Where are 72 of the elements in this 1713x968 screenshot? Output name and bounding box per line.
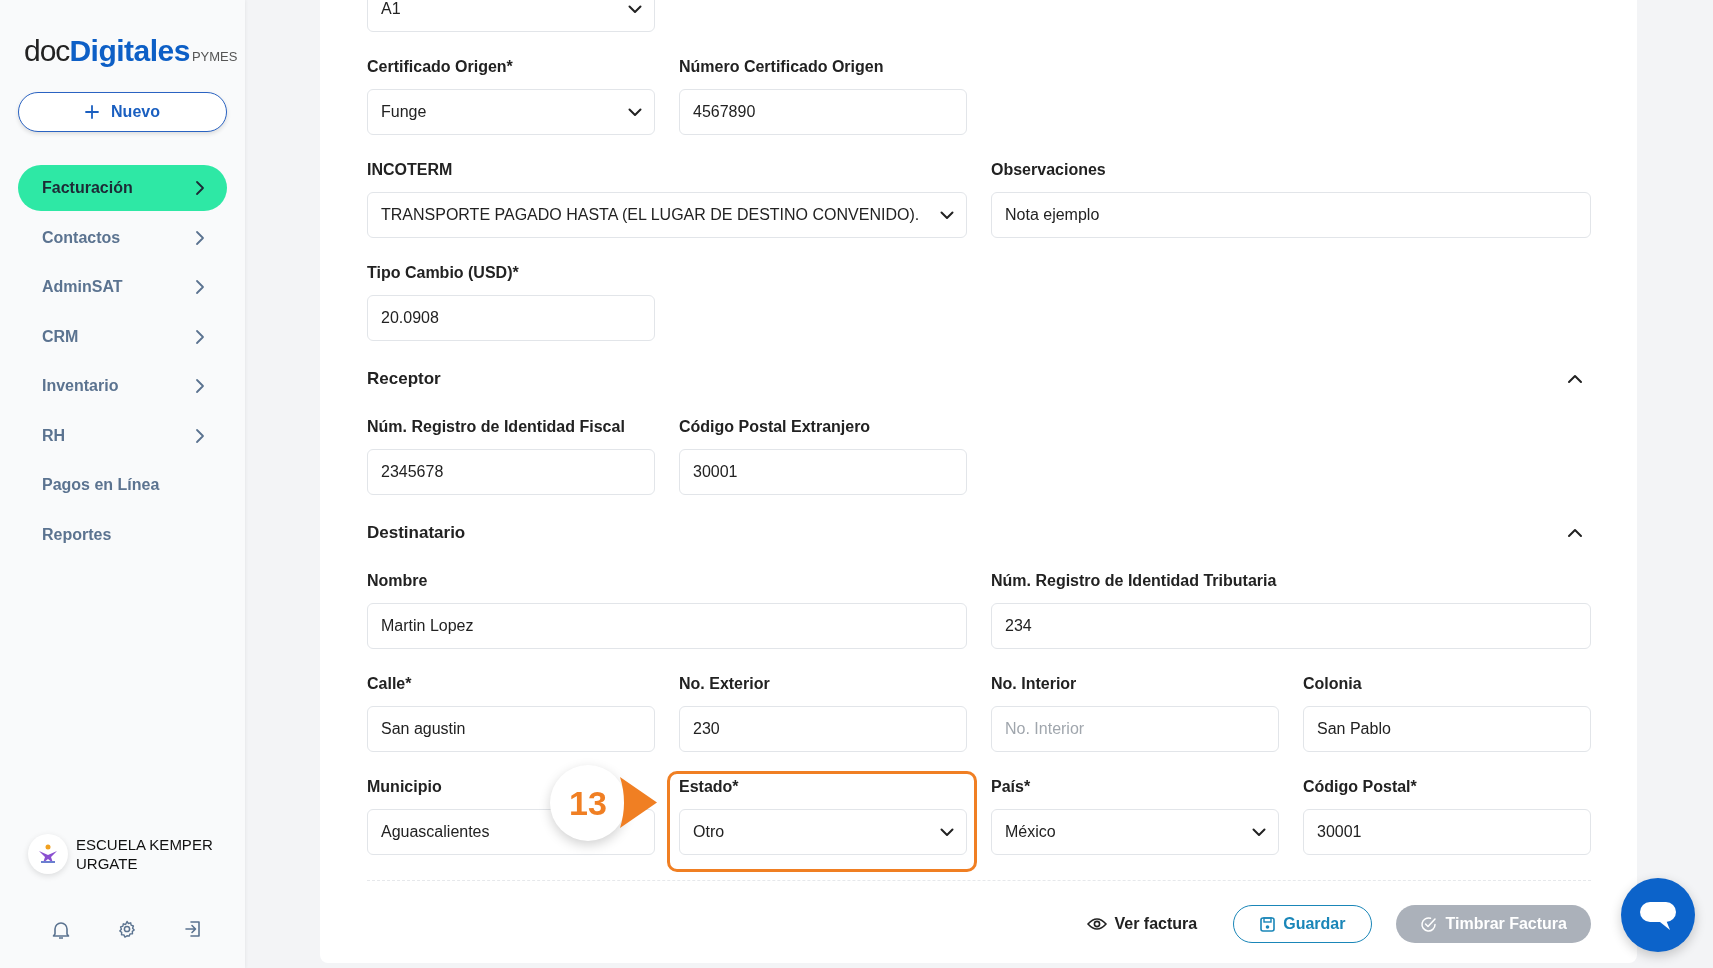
collapse-toggle-icon[interactable] (1567, 374, 1583, 384)
chevron-right-icon (195, 180, 205, 196)
save-icon (1260, 916, 1276, 932)
text-field[interactable]: 30001 (1303, 809, 1591, 855)
nav-item[interactable]: Inventario (18, 363, 227, 409)
chevron-right-icon (195, 378, 205, 394)
text-field[interactable]: 230 (679, 706, 967, 752)
pointer-arrow-icon (620, 777, 657, 828)
new-button[interactable]: Nuevo (18, 92, 227, 132)
select-field[interactable]: Funge (367, 89, 655, 135)
text-field[interactable]: 4567890 (679, 89, 967, 135)
field-label: Estado* (679, 777, 740, 797)
text-field[interactable]: Martin Lopez (367, 603, 967, 649)
collapse-toggle-icon[interactable] (1567, 528, 1583, 538)
text-field[interactable]: No. Interior (991, 706, 1279, 752)
nav-item[interactable]: CRM (18, 313, 227, 360)
organization-name: ESCUELA KEMPER URGATE (76, 835, 213, 873)
section-title: Receptor (367, 369, 441, 389)
field-label: País* (991, 777, 1032, 797)
field-label: Núm. Registro de Identidad Fiscal (367, 417, 626, 437)
field-label: Número Certificado Origen (679, 57, 885, 77)
field-label: Calle* (367, 674, 413, 694)
chevron-down-icon (940, 827, 954, 837)
field-label: Observaciones (991, 160, 1107, 180)
section-title: Destinatario (367, 523, 466, 543)
text-field[interactable]: San agustin (367, 706, 655, 752)
field-label: Nombre (367, 571, 429, 591)
text-field[interactable]: San Pablo (1303, 706, 1591, 752)
field-label: Código Postal* (1303, 777, 1418, 797)
field-label: Código Postal Extranjero (679, 417, 872, 437)
nav-item[interactable]: Contactos (18, 214, 227, 261)
chevron-down-icon (1252, 827, 1266, 837)
plus-icon (85, 105, 100, 119)
text-field[interactable]: 2345678 (367, 449, 655, 495)
field-label: No. Exterior (679, 674, 771, 694)
nav-item[interactable]: Reportes (18, 511, 227, 558)
organization-avatar (28, 834, 68, 874)
chevron-right-icon (195, 229, 205, 246)
field-label: Certificado Origen* (367, 57, 514, 77)
save-button[interactable]: Guardar (1233, 905, 1373, 943)
nav-item[interactable]: AdminSAT (18, 264, 227, 310)
select-field[interactable]: A1 (367, 0, 655, 32)
chat-button[interactable] (1621, 878, 1695, 952)
field-label: INCOTERM (367, 160, 454, 180)
nav-item[interactable]: RH (18, 412, 227, 459)
select-field[interactable]: TRANSPORTE PAGADO HASTA (EL LUGAR DE DESTINO CONVENIDO). (367, 192, 967, 238)
text-field[interactable]: Nota ejemplo (991, 192, 1591, 238)
field-label: Tipo Cambio (USD)* (367, 263, 520, 283)
check-circle-icon (1420, 915, 1438, 933)
select-field[interactable]: Otro (679, 809, 967, 855)
logout-icon[interactable] (184, 920, 202, 938)
field-label: Colonia (1303, 674, 1363, 694)
logo: docDigitales PYMES (24, 34, 238, 69)
chevron-down-icon (628, 4, 642, 14)
notifications-icon[interactable] (52, 920, 70, 940)
nav-item[interactable]: Facturación (18, 165, 227, 211)
eye-icon (1086, 917, 1107, 931)
settings-icon[interactable] (118, 920, 136, 938)
view-invoice-link[interactable]: Ver factura (1086, 905, 1210, 943)
chevron-down-icon (940, 210, 954, 220)
field-label: Municipio (367, 777, 443, 797)
text-field[interactable]: 30001 (679, 449, 967, 495)
field-label: No. Interior (991, 674, 1078, 694)
chevron-right-icon (195, 279, 205, 295)
text-field[interactable]: 234 (991, 603, 1591, 649)
select-field[interactable]: México (991, 809, 1279, 855)
field-label: Núm. Registro de Identidad Tributaria (991, 571, 1278, 591)
chevron-right-icon (195, 427, 205, 444)
chevron-right-icon (195, 328, 205, 345)
nav-item[interactable]: Pagos en Línea (18, 462, 227, 508)
text-field[interactable]: 20.0908 (367, 295, 655, 341)
chevron-down-icon (628, 107, 642, 117)
